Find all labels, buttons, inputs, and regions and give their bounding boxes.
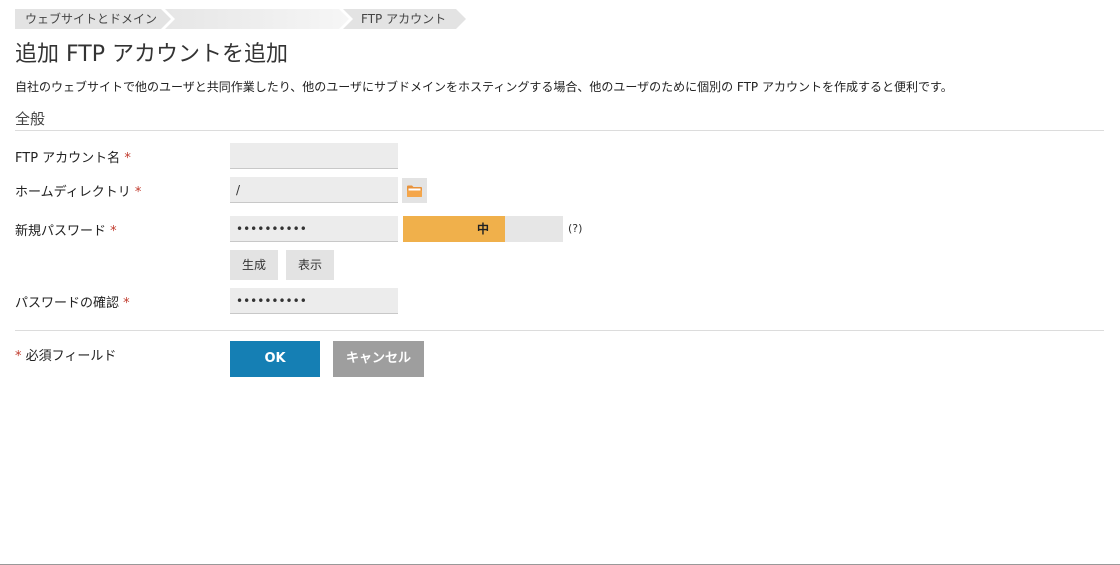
breadcrumb-item-domain[interactable] (165, 9, 349, 29)
page-description: 自社のウェブサイトで他のユーザと共同作業したり、他のユーザにサブドメインをホステ… (15, 80, 953, 94)
password-help-link[interactable]: (?) (568, 222, 582, 235)
required-fields-note: * 必須フィールド (15, 345, 116, 364)
required-mark: * (15, 349, 22, 364)
section-divider (15, 130, 1104, 131)
new-password-label-text: 新規パスワード (15, 224, 107, 239)
breadcrumb-item-ftp-accounts[interactable]: FTP アカウント (343, 9, 466, 29)
browse-folder-button[interactable] (402, 178, 427, 203)
generate-password-button[interactable]: 生成 (230, 250, 278, 280)
folder-icon (407, 185, 422, 197)
ftp-account-name-label-text: FTP アカウント名 (15, 151, 121, 166)
breadcrumb-item-websites[interactable]: ウェブサイトとドメイン (15, 9, 171, 29)
home-directory-label-text: ホームディレクトリ (15, 185, 131, 200)
password-strength-label: 中 (476, 222, 489, 236)
home-directory-input[interactable] (230, 177, 398, 203)
required-fields-note-text: 必須フィールド (25, 349, 117, 364)
home-directory-label: ホームディレクトリ * (15, 181, 141, 200)
form-footer-divider (15, 330, 1104, 331)
breadcrumb: ウェブサイトとドメイン FTP アカウント (15, 9, 468, 29)
required-mark: * (110, 224, 117, 239)
new-password-label: 新規パスワード * (15, 220, 117, 239)
confirm-password-input[interactable] (230, 288, 398, 314)
confirm-password-label: パスワードの確認 * (15, 292, 130, 311)
page-title: 追加 FTP アカウントを追加 (15, 42, 288, 67)
cancel-button[interactable]: キャンセル (333, 341, 424, 377)
show-password-button[interactable]: 表示 (286, 250, 334, 280)
new-password-input[interactable] (230, 216, 398, 242)
ftp-account-name-label: FTP アカウント名 * (15, 147, 131, 166)
required-mark: * (124, 151, 131, 166)
ok-button[interactable]: OK (230, 341, 320, 377)
password-strength-meter: 中 (403, 216, 563, 242)
required-mark: * (134, 185, 142, 200)
required-mark: * (123, 296, 130, 311)
confirm-password-label-text: パスワードの確認 (15, 296, 120, 311)
section-title: 全般 (15, 110, 46, 128)
ftp-account-name-input[interactable] (230, 143, 398, 169)
